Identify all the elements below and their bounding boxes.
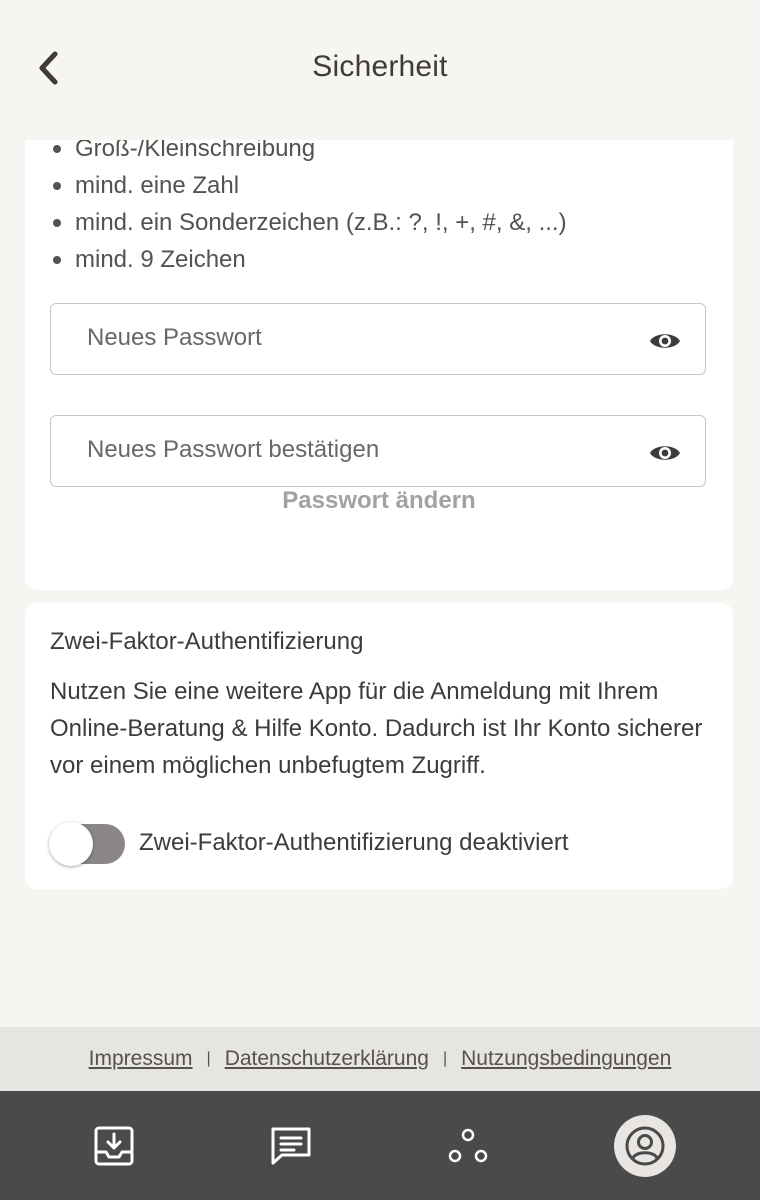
content-scroll-area[interactable]: Groß-/Kleinschreibung mind. eine Zahl mi…: [0, 140, 760, 1027]
header: Sicherheit: [0, 0, 760, 140]
nav-item-profile[interactable]: [595, 1091, 695, 1200]
nav-item-inbox[interactable]: [64, 1091, 164, 1200]
nav-item-team[interactable]: [418, 1091, 518, 1200]
password-rule: mind. eine Zahl: [50, 167, 567, 204]
messages-icon: [271, 1127, 311, 1164]
privacy-link[interactable]: Datenschutzerklärung: [225, 1047, 429, 1071]
password-rule: mind. 9 Zeichen: [50, 241, 567, 278]
new-password-input[interactable]: [87, 302, 627, 374]
terms-link[interactable]: Nutzungsbedingungen: [461, 1047, 671, 1071]
show-password-toggle[interactable]: [649, 330, 681, 352]
password-rule: Groß-/Kleinschreibung: [50, 140, 567, 167]
two-factor-card: Zwei-Faktor-Authentifizierung Nutzen Sie…: [25, 603, 733, 889]
confirm-password-input[interactable]: [87, 414, 627, 486]
password-card: Groß-/Kleinschreibung mind. eine Zahl mi…: [25, 140, 733, 590]
password-rules-list: Groß-/Kleinschreibung mind. eine Zahl mi…: [50, 140, 567, 278]
two-factor-title: Zwei-Faktor-Authentifizierung: [50, 628, 364, 655]
confirm-password-field[interactable]: [50, 414, 706, 487]
footer-separator: |: [442, 1050, 448, 1067]
toggle-knob: [49, 822, 93, 866]
bottom-navigation: [0, 1091, 760, 1200]
two-factor-description: Nutzen Sie eine weitere App für die Anme…: [50, 678, 703, 779]
page-title: Sicherheit: [312, 50, 448, 83]
imprint-link[interactable]: Impressum: [89, 1047, 193, 1071]
profile-icon: [625, 1126, 665, 1165]
team-icon: [448, 1128, 488, 1162]
two-factor-toggle-label: Zwei-Faktor-Authentifizierung deaktivier…: [139, 829, 569, 856]
active-indicator: [614, 1114, 676, 1177]
show-confirm-password-toggle[interactable]: [649, 442, 681, 464]
two-factor-toggle[interactable]: [49, 822, 125, 866]
footer-links: Impressum | Datenschutzerklärung | Nutzu…: [0, 1027, 760, 1091]
change-password-button[interactable]: Passwort ändern: [25, 487, 733, 515]
footer-separator: |: [206, 1050, 211, 1067]
eye-icon: [650, 446, 680, 460]
new-password-field[interactable]: [50, 302, 706, 375]
password-rule: mind. ein Sonderzeichen (z.B.: ?, !, +, …: [50, 204, 567, 241]
inbox-icon: [94, 1126, 134, 1165]
nav-item-messages[interactable]: [241, 1091, 341, 1200]
eye-icon: [650, 334, 680, 348]
